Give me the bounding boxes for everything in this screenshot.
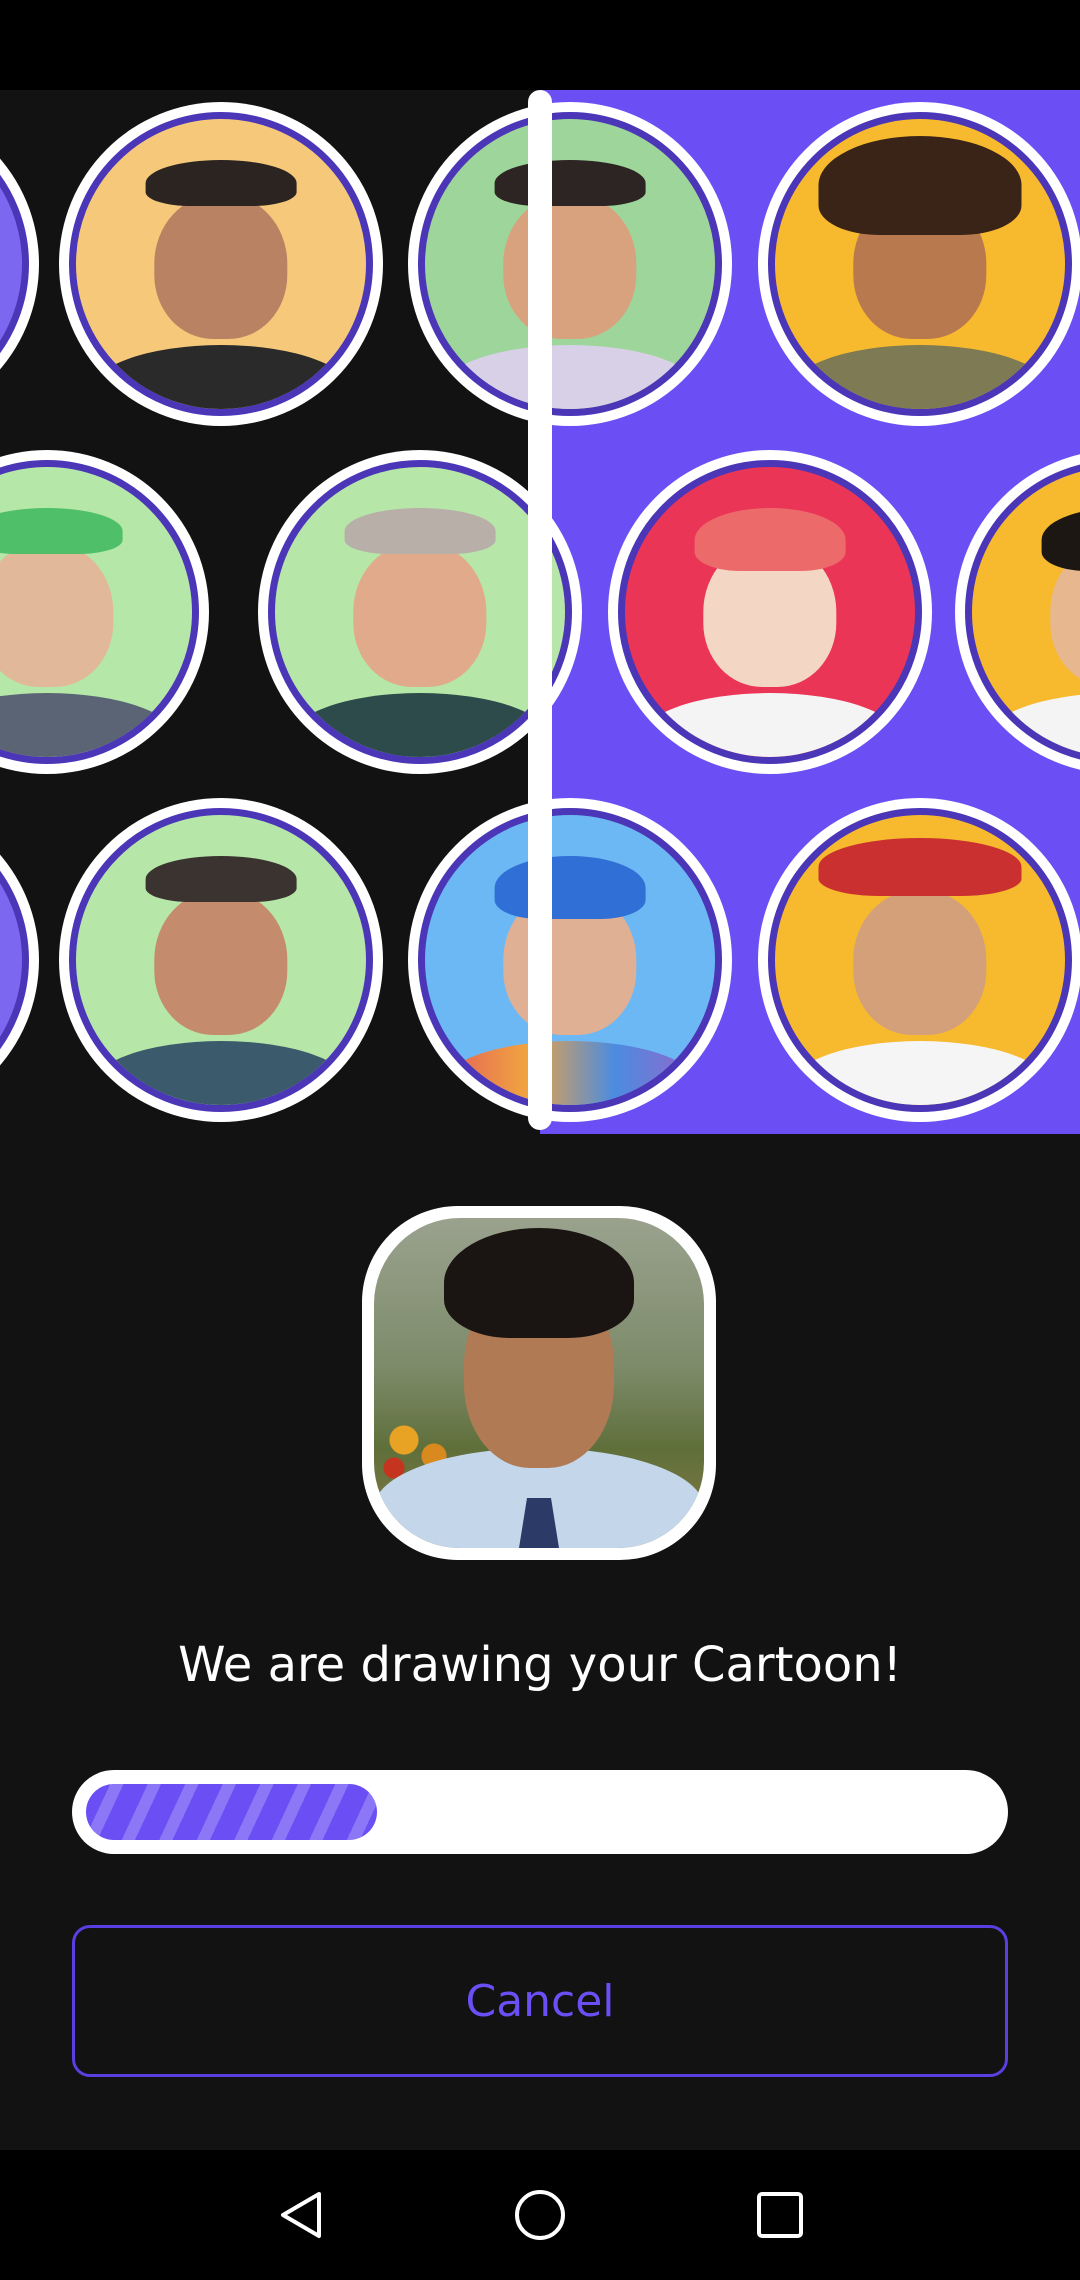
- avatar-photo: [59, 798, 383, 1122]
- avatar-photo: [0, 450, 209, 774]
- system-navigation-bar: [0, 2150, 1080, 2280]
- avatar-photo: [408, 102, 732, 426]
- home-circle-icon[interactable]: [510, 2185, 570, 2245]
- avatar-cartoon: [608, 450, 932, 774]
- progress-bar-fill: [86, 1784, 377, 1840]
- recents-square-icon[interactable]: [750, 2185, 810, 2245]
- avatar-photo: [59, 102, 383, 426]
- avatar-cartoon: [758, 102, 1080, 426]
- cancel-button[interactable]: Cancel: [72, 1925, 1008, 2077]
- user-source-photo: [362, 1206, 716, 1560]
- avatar-photo: [0, 102, 39, 426]
- before-after-showcase: [0, 90, 1080, 1134]
- progress-headline: We are drawing your Cartoon!: [178, 1637, 902, 1693]
- progress-bar: [72, 1770, 1008, 1854]
- avatar-photo: [408, 798, 732, 1122]
- status-bar: [0, 0, 1080, 90]
- comparison-divider-handle[interactable]: [528, 90, 552, 1130]
- avatar-cartoon: [758, 798, 1080, 1122]
- back-triangle-icon[interactable]: [270, 2185, 330, 2245]
- avatar-photo: [0, 798, 39, 1122]
